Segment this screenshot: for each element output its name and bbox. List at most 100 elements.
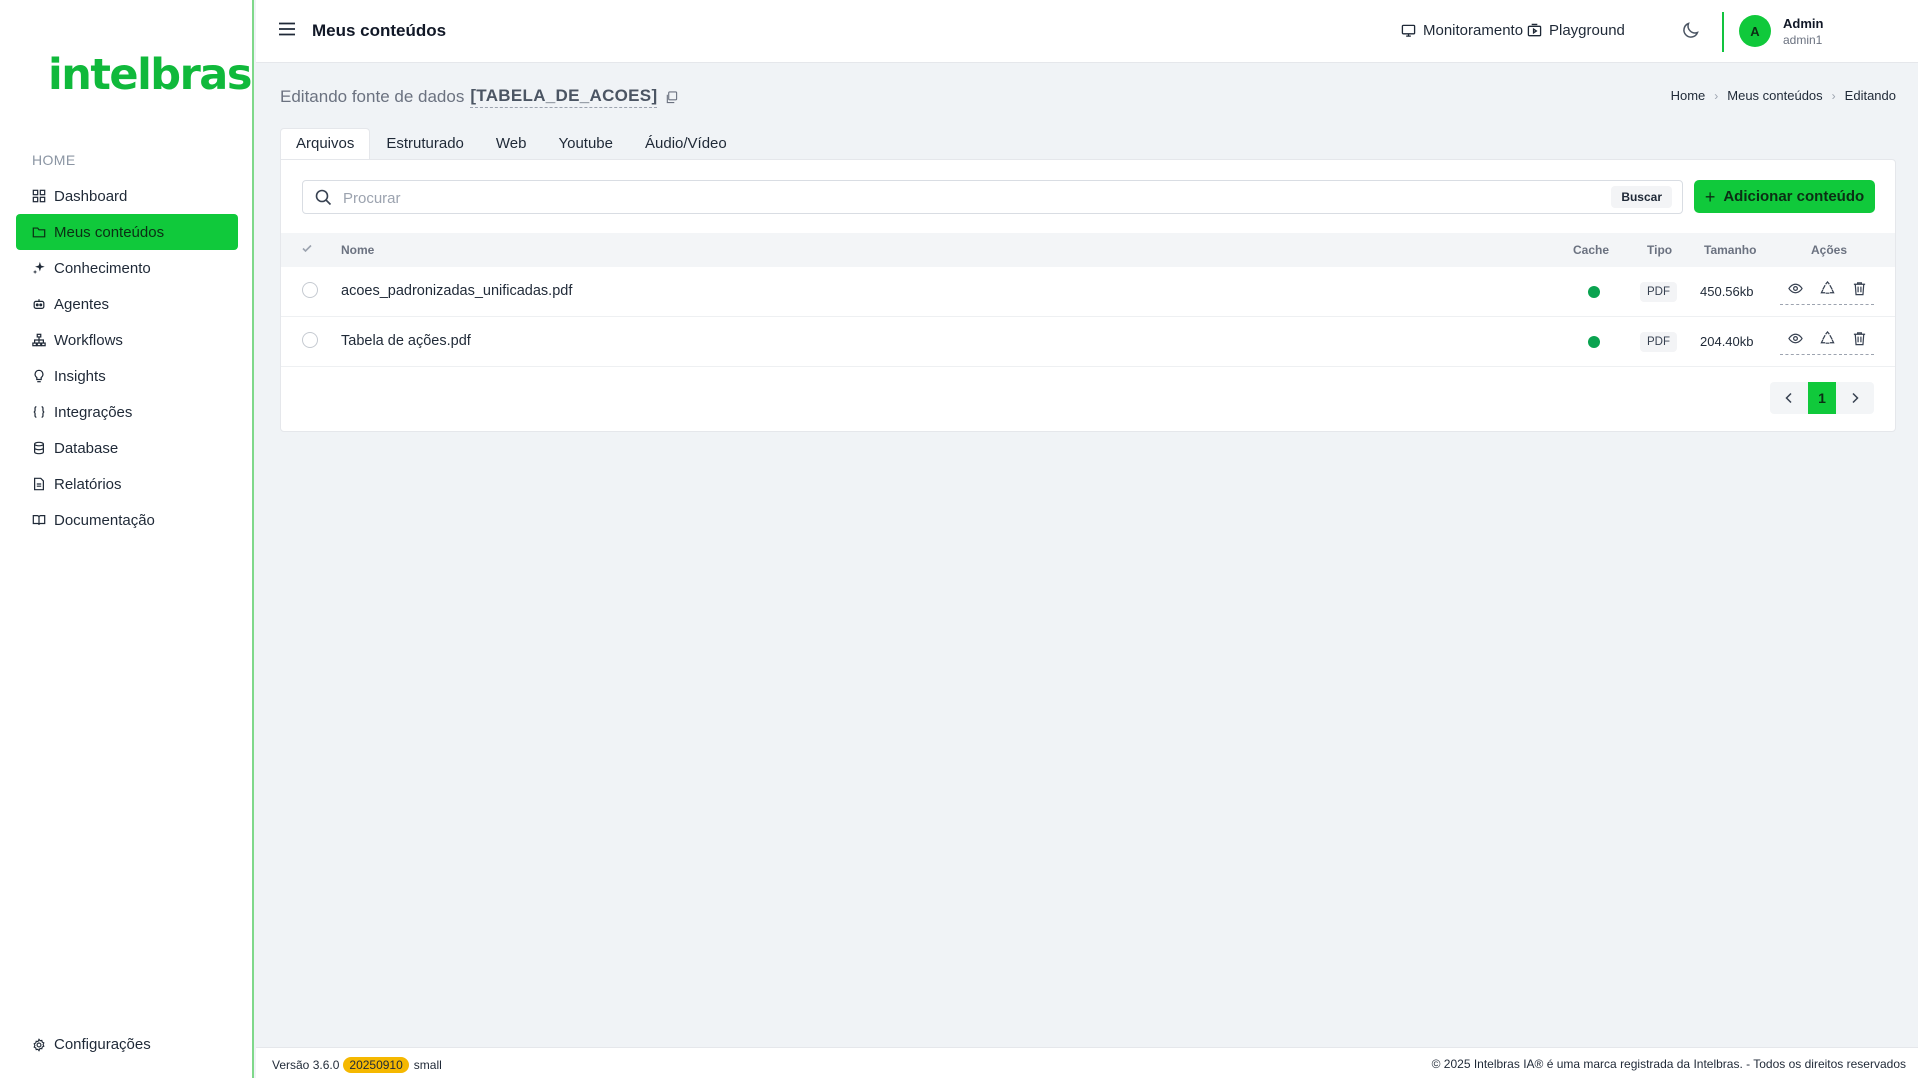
moon-icon[interactable] xyxy=(1681,20,1701,40)
reprocess-button[interactable] xyxy=(1812,281,1842,305)
folder-icon xyxy=(32,225,46,239)
search-button[interactable]: Buscar xyxy=(1611,186,1672,208)
header-divider xyxy=(1722,12,1724,52)
chevron-right-icon: › xyxy=(1831,88,1836,103)
copyright-text: © 2025 Intelbras IA® é uma marca registr… xyxy=(1431,1057,1906,1071)
sidebar-item-agentes[interactable]: Agentes xyxy=(16,286,238,322)
book-icon xyxy=(32,513,46,527)
top-header: Meus conteúdos Monitoramento Playground … xyxy=(256,0,1918,63)
settings-label: Configurações xyxy=(54,1036,151,1053)
build-badge: 20250910 xyxy=(343,1057,409,1073)
intelbras-logo[interactable]: intelbras xyxy=(48,50,252,100)
datasource-name[interactable]: [TABELA_DE_ACOES] xyxy=(470,86,658,108)
sidebar-item-conhecimento[interactable]: Conhecimento xyxy=(16,250,238,286)
delete-button[interactable] xyxy=(1844,331,1874,355)
gear-icon xyxy=(32,1037,46,1052)
reprocess-button[interactable] xyxy=(1812,331,1842,355)
file-name: acoes_padronizadas_unificadas.pdf xyxy=(341,283,573,299)
recycle-icon xyxy=(1819,331,1835,344)
sidebar-item-integracoes[interactable]: Integrações xyxy=(16,394,238,430)
file-type-badge: PDF xyxy=(1640,332,1677,352)
breadcrumb-home[interactable]: Home xyxy=(1671,88,1706,103)
sidebar-item-label: Workflows xyxy=(54,331,123,349)
sidebar-item-insights[interactable]: Insights xyxy=(16,358,238,394)
sidebar-item-label: Database xyxy=(54,439,119,457)
files-card: Buscar + Adicionar conteúdo Nome Cache T… xyxy=(280,159,1896,432)
delete-button[interactable] xyxy=(1844,281,1874,305)
search-input[interactable] xyxy=(343,187,1543,209)
sidebar-item-label: Integrações xyxy=(54,403,133,421)
tab-web[interactable]: Web xyxy=(480,128,543,160)
heading-prefix: Editando fonte de dados xyxy=(280,87,465,106)
sparkle-icon xyxy=(32,261,46,275)
monitor-icon xyxy=(1401,24,1416,37)
cache-status-dot xyxy=(1588,286,1600,298)
plus-icon: + xyxy=(1704,186,1716,207)
sidebar-item-label: Meus conteúdos xyxy=(54,223,165,241)
database-icon xyxy=(32,441,46,455)
trash-icon xyxy=(1853,332,1865,346)
tab-estruturado[interactable]: Estruturado xyxy=(370,128,480,160)
content-tabs: Arquivos Estruturado Web Youtube Áudio/V… xyxy=(280,128,743,160)
search-icon xyxy=(315,189,332,206)
col-header-actions: Ações xyxy=(1811,243,1848,257)
sidebar-item-label: Dashboard xyxy=(54,187,128,205)
sidebar: intelbras HOME Dashboard Meus conteúdos … xyxy=(0,0,254,1078)
sidebar-item-dashboard[interactable]: Dashboard xyxy=(16,178,238,214)
grid-icon xyxy=(32,189,46,203)
sidebar-item-label: Insights xyxy=(54,367,106,385)
page-number-current[interactable]: 1 xyxy=(1808,382,1836,414)
sidebar-item-label: Documentação xyxy=(54,511,155,529)
tab-youtube[interactable]: Youtube xyxy=(542,128,629,160)
row-select-radio[interactable] xyxy=(302,332,318,348)
version-info: Versão 3.6.0 20250910 small xyxy=(272,1057,442,1073)
sidebar-item-documentacao[interactable]: Documentação xyxy=(16,502,238,538)
version-text: Versão 3.6.0 xyxy=(272,1058,340,1072)
row-select-radio[interactable] xyxy=(302,282,318,298)
eye-icon xyxy=(1787,283,1803,294)
prev-page-button[interactable] xyxy=(1770,382,1808,414)
avatar[interactable]: A xyxy=(1739,15,1771,47)
breadcrumb-meus-conteudos[interactable]: Meus conteúdos xyxy=(1727,88,1822,103)
files-table: Nome Cache Tipo Tamanho Ações acoes_padr… xyxy=(281,233,1895,367)
sidebar-item-label: Agentes xyxy=(54,295,110,313)
footer: Versão 3.6.0 20250910 small © 2025 Intel… xyxy=(256,1047,1918,1078)
copy-icon[interactable] xyxy=(665,90,678,104)
tab-arquivos[interactable]: Arquivos xyxy=(280,128,371,160)
table-row: acoes_padronizadas_unificadas.pdf PDF 45… xyxy=(281,267,1895,317)
view-button[interactable] xyxy=(1780,281,1810,305)
add-content-button[interactable]: + Adicionar conteúdo xyxy=(1694,180,1875,213)
sidebar-item-meus-conteudos[interactable]: Meus conteúdos xyxy=(16,214,238,250)
file-name: Tabela de ações.pdf xyxy=(341,333,471,349)
sidebar-section-title: HOME xyxy=(32,152,76,168)
file-size: 450.56kb xyxy=(1700,284,1754,299)
report-icon xyxy=(32,477,46,491)
check-icon[interactable] xyxy=(301,242,313,257)
pagination: 1 xyxy=(1770,382,1874,414)
col-header-size[interactable]: Tamanho xyxy=(1704,243,1756,257)
breadcrumb: Home › Meus conteúdos › Editando xyxy=(1671,88,1896,103)
file-size: 204.40kb xyxy=(1700,334,1754,349)
view-button[interactable] xyxy=(1780,331,1810,355)
chevron-right-icon xyxy=(1852,392,1859,404)
sidebar-item-relatorios[interactable]: Relatórios xyxy=(16,466,238,502)
monitoramento-link[interactable]: Monitoramento xyxy=(1401,22,1523,39)
sitemap-icon xyxy=(32,333,46,347)
playground-link[interactable]: Playground xyxy=(1527,22,1625,39)
eye-icon xyxy=(1787,333,1803,344)
file-type-badge: PDF xyxy=(1640,282,1677,302)
hamburger-menu-icon[interactable] xyxy=(278,20,296,38)
sidebar-item-workflows[interactable]: Workflows xyxy=(16,322,238,358)
col-header-name[interactable]: Nome xyxy=(341,243,374,257)
col-header-cache[interactable]: Cache xyxy=(1573,243,1609,257)
braces-icon xyxy=(32,405,46,419)
page-title: Meus conteúdos xyxy=(312,21,447,40)
tab-audio-video[interactable]: Áudio/Vídeo xyxy=(629,128,743,160)
col-header-type[interactable]: Tipo xyxy=(1647,243,1672,257)
add-content-label: Adicionar conteúdo xyxy=(1723,188,1865,205)
user-name[interactable]: Admin xyxy=(1783,16,1823,31)
chevron-left-icon xyxy=(1785,392,1792,404)
next-page-button[interactable] xyxy=(1836,382,1874,414)
sidebar-item-database[interactable]: Database xyxy=(16,430,238,466)
sidebar-item-configuracoes[interactable]: Configurações xyxy=(32,1036,151,1053)
